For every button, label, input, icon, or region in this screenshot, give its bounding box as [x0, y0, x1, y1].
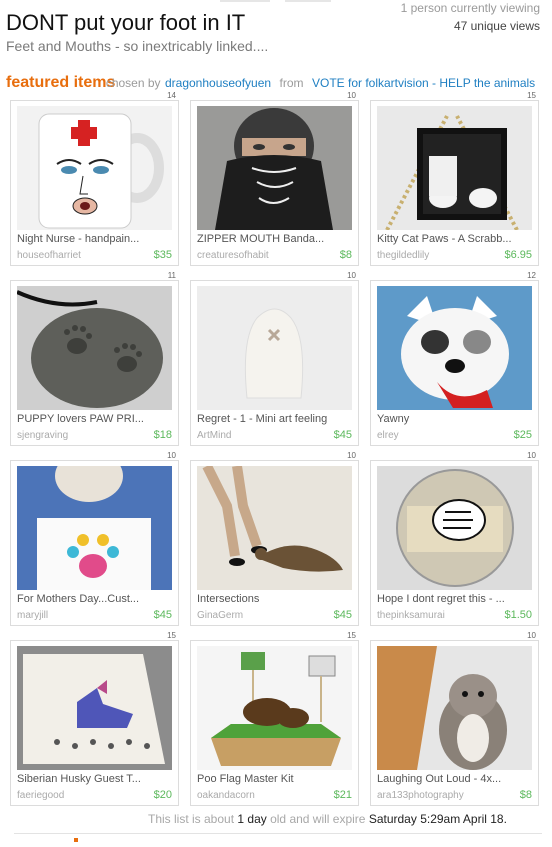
featured-label: featured items [6, 74, 116, 91]
item-rank: 10 [167, 451, 176, 460]
otter-image[interactable] [197, 466, 352, 590]
dog-image[interactable] [377, 286, 532, 410]
item-card[interactable]: 10 For Mothers Day...Cust... maryjill $4… [10, 451, 179, 626]
item-card[interactable]: 12 Yawny elrey $25 [370, 271, 539, 446]
figure-image[interactable] [197, 286, 352, 410]
item-rank: 14 [167, 91, 176, 100]
item-title[interactable]: Laughing Out Loud - 4x... [377, 773, 533, 785]
shop-name[interactable]: thepinksamurai [377, 610, 445, 621]
item-title[interactable]: For Mothers Day...Cust... [17, 593, 173, 605]
bandana-image[interactable] [197, 106, 352, 230]
item-rank: 15 [347, 631, 356, 640]
item-rank: 10 [527, 451, 536, 460]
towel-image[interactable] [17, 646, 172, 770]
item-card[interactable]: 15 Kitty Cat Paws - A Scrabb... thegilde… [370, 91, 539, 266]
item-card[interactable]: 15 Siberian Husky Guest T... faeriegood … [10, 631, 179, 806]
expiry-notice: This list is about 1 day old and will ex… [148, 812, 507, 826]
item-price: $25 [513, 429, 532, 441]
bottom-accent [74, 838, 78, 842]
item-price: $35 [153, 249, 172, 261]
list-age: 1 day [237, 812, 267, 826]
from-label: from [279, 76, 304, 90]
box-image[interactable] [197, 646, 352, 770]
squirrel-image[interactable] [377, 646, 532, 770]
item-rank: 10 [347, 91, 356, 100]
button-image[interactable] [377, 466, 532, 590]
item-title[interactable]: Siberian Husky Guest T... [17, 773, 173, 785]
curator-link[interactable]: dragonhouseofyuen [165, 76, 271, 90]
item-price: $45 [333, 609, 352, 621]
shop-name[interactable]: elrey [377, 430, 399, 441]
pendant-image[interactable] [377, 106, 532, 230]
item-title[interactable]: Night Nurse - handpain... [17, 233, 173, 245]
item-price: $45 [333, 429, 352, 441]
shop-name[interactable]: thegildedlily [377, 250, 429, 261]
shop-name[interactable]: oakandacorn [197, 790, 255, 801]
item-price: $18 [153, 429, 172, 441]
item-title[interactable]: PUPPY lovers PAW PRI... [17, 413, 173, 425]
shop-name[interactable]: GinaGerm [197, 610, 243, 621]
item-card[interactable]: 10 Intersections GinaGerm $45 [190, 451, 359, 626]
item-rank: 11 [167, 271, 176, 280]
item-rank: 15 [527, 91, 536, 100]
item-card[interactable]: 11 PUPPY lovers PAW PRI... sjengraving $… [10, 271, 179, 446]
item-title[interactable]: Yawny [377, 413, 533, 425]
expiry-pre: This list is about [148, 812, 235, 826]
list-header: DONT put your foot in IT Feet and Mouths… [0, 0, 552, 70]
item-price: $45 [153, 609, 172, 621]
shop-name[interactable]: maryjill [17, 610, 48, 621]
item-price: $8 [339, 249, 352, 261]
item-title[interactable]: Poo Flag Master Kit [197, 773, 353, 785]
expiry-date: Saturday 5:29am April 18. [368, 812, 507, 826]
item-rank: 12 [527, 271, 536, 280]
page-title: DONT put your foot in IT [6, 10, 246, 35]
expiry-mid: old and will expire [270, 812, 366, 826]
bottom-divider [14, 833, 542, 834]
item-price: $1.50 [504, 609, 532, 621]
item-card[interactable]: 10 Hope I dont regret this - ... thepink… [370, 451, 539, 626]
unique-views: 47 unique views [453, 19, 540, 33]
item-title[interactable]: Kitty Cat Paws - A Scrabb... [377, 233, 533, 245]
item-title[interactable]: Hope I dont regret this - ... [377, 593, 533, 605]
item-price: $8 [519, 789, 532, 801]
item-card[interactable]: 10 Regret - 1 - Mini art feeling ArtMind… [190, 271, 359, 446]
item-price: $6.95 [504, 249, 532, 261]
shop-name[interactable]: faeriegood [17, 790, 64, 801]
shop-name[interactable]: ArtMind [197, 430, 231, 441]
item-rank: 15 [167, 631, 176, 640]
item-rank: 10 [527, 631, 536, 640]
item-rank: 10 [347, 451, 356, 460]
shop-name[interactable]: sjengraving [17, 430, 68, 441]
chosen-by-label: chosen by [105, 76, 161, 90]
item-card[interactable]: 10 ZIPPER MOUTH Banda... creaturesofhabi… [190, 91, 359, 266]
paw-card-image[interactable] [17, 466, 172, 590]
item-title[interactable]: Regret - 1 - Mini art feeling [197, 413, 353, 425]
viewer-count: 1 person currently viewing [400, 1, 540, 15]
shop-name[interactable]: houseofharriet [17, 250, 81, 261]
featured-bar: featured items chosen by dragonhouseofyu… [6, 74, 546, 94]
item-rank: 10 [347, 271, 356, 280]
page-subtitle: Feet and Mouths - so inextricably linked… [6, 38, 269, 54]
shop-name[interactable]: ara133photography [377, 790, 464, 801]
source-link[interactable]: VOTE for folkartvision - HELP the animal… [312, 76, 535, 90]
mug-image[interactable] [17, 106, 172, 230]
item-card[interactable]: 15 Poo Flag Master Kit oakandacorn $21 [190, 631, 359, 806]
item-card[interactable]: 14 Night Nurse - handpain... houseofharr… [10, 91, 179, 266]
item-title[interactable]: Intersections [197, 593, 353, 605]
item-title[interactable]: ZIPPER MOUTH Banda... [197, 233, 353, 245]
stone-image[interactable] [17, 286, 172, 410]
item-price: $21 [333, 789, 352, 801]
item-card[interactable]: 10 Laughing Out Loud - 4x... ara133photo… [370, 631, 539, 806]
item-price: $20 [153, 789, 172, 801]
shop-name[interactable]: creaturesofhabit [197, 250, 269, 261]
